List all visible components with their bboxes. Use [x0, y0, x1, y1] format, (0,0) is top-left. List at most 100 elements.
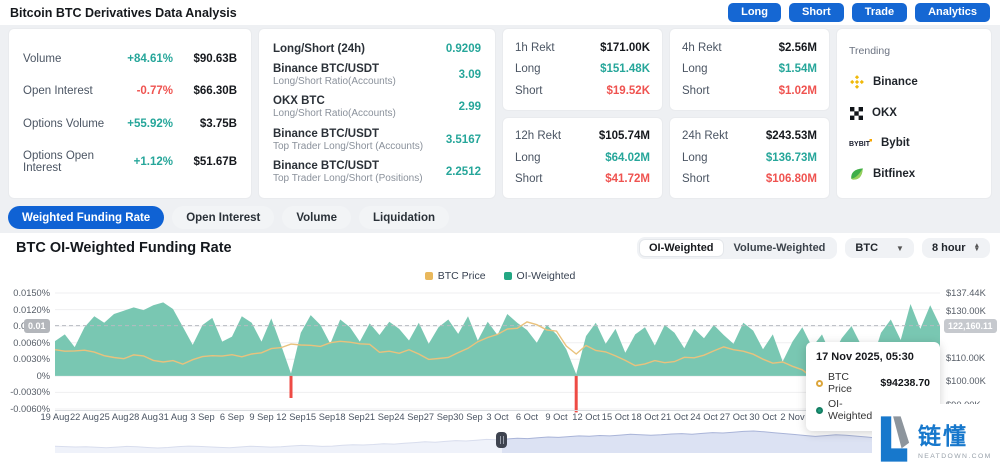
chart-tabs: Weighted Funding Rate Open Interest Volume… [8, 206, 449, 229]
left-axis-tick: 0% [2, 371, 50, 381]
rekt-label: 24h Rekt [682, 130, 766, 142]
ls-label: Binance BTC/USDT [273, 63, 459, 75]
rekt-label: Short [515, 173, 605, 185]
legend-label: BTC Price [438, 270, 486, 282]
rekt-label: Short [515, 85, 607, 97]
tab-volume[interactable]: Volume [282, 206, 351, 229]
rekt-row: Short$1.02M [682, 85, 817, 97]
interval-select[interactable]: 8 hour ▲▼ [922, 238, 990, 258]
long-short-row: Binance BTC/USDTTop Trader Long/Short (P… [273, 160, 481, 184]
ls-sublabel: Long/Short Ratio(Accounts) [273, 108, 459, 119]
ls-value: 3.09 [459, 69, 481, 81]
rekt-label: 4h Rekt [682, 42, 779, 54]
tab-liquidation[interactable]: Liquidation [359, 206, 449, 229]
trending-item-bybit[interactable]: BYBITBybit [849, 137, 979, 149]
ls-value: 2.99 [459, 101, 481, 113]
chart-card: BTC OI-Weighted Funding Rate OI-Weighted… [0, 233, 1000, 473]
bitfinex-icon [849, 166, 865, 182]
tab-weighted-funding-rate[interactable]: Weighted Funding Rate [8, 206, 164, 229]
rekt-row: 24h Rekt$243.53M [682, 130, 817, 142]
long-short-card: Long/Short (24h)0.9209 Binance BTC/USDT Lo… [258, 28, 496, 199]
derivatives-dashboard: Bitcoin BTC Derivatives Data Analysis Lo… [0, 0, 1000, 473]
ls-labels: Long/Short (24h) [273, 43, 446, 55]
rekt-card: 12h Rekt$105.74MLong$64.02MShort$41.72M [502, 117, 663, 200]
rekt-value: $19.52K [607, 85, 650, 97]
toggle-volume-weighted[interactable]: Volume-Weighted [724, 239, 836, 257]
stat-row: Open Interest-0.77%$66.30B [23, 85, 237, 97]
left-axis-tick: 0.0030% [2, 354, 50, 364]
crosshair-left-badge: 0.01 [24, 319, 50, 333]
ls-sublabel: Top Trader Long/Short (Positions) [273, 173, 446, 184]
tab-open-interest[interactable]: Open Interest [172, 206, 274, 229]
stat-change: +84.61% [111, 53, 173, 65]
rekt-value: $2.56M [779, 42, 817, 54]
right-axis-tick: $137.44K [946, 288, 986, 298]
short-button[interactable]: Short [789, 3, 844, 22]
trending-item-label: OKX [872, 107, 897, 119]
chevron-down-icon: ▼ [896, 244, 904, 253]
rekt-value: $151.48K [600, 63, 650, 75]
ls-value: 0.9209 [446, 43, 481, 55]
rekt-card: 24h Rekt$243.53MLong$136.73MShort$106.80… [669, 117, 830, 200]
chart-legend: BTC Price OI-Weighted [0, 270, 1000, 282]
ls-labels: Binance BTC/USDTTop Trader Long/Short (P… [273, 160, 446, 184]
stat-row: Options Open Interest+1.12%$51.67B [23, 150, 237, 174]
trade-button[interactable]: Trade [852, 3, 907, 22]
ls-label: Long/Short (24h) [273, 43, 446, 55]
stat-row: Volume+84.61%$90.63B [23, 53, 237, 65]
rekt-row: Long$64.02M [515, 152, 650, 164]
tooltip-label: BTC Price [828, 371, 875, 395]
watermark-cn-text: 链懂 [918, 417, 992, 451]
long-short-row: OKX BTCLong/Short Ratio(Accounts)2.99 [273, 95, 481, 119]
rekt-value: $41.72M [605, 173, 650, 185]
rekt-label: 1h Rekt [515, 42, 600, 54]
stat-label: Options Open Interest [23, 150, 111, 174]
coin-select-value: BTC [855, 242, 878, 254]
stat-value: $66.30B [173, 85, 237, 97]
tooltip-row: BTC Price $94238.70 [816, 371, 930, 395]
trending-item-bitfinex[interactable]: Bitfinex [849, 166, 979, 182]
rekt-label: Long [515, 63, 600, 75]
stat-value: $90.63B [173, 53, 237, 65]
trending-item-okx[interactable]: OKX [849, 106, 979, 121]
trending-item-binance[interactable]: Binance [849, 74, 979, 90]
navigator-handle-icon[interactable] [496, 432, 507, 448]
chart-title: BTC OI-Weighted Funding Rate [16, 240, 232, 256]
stat-row: Options Volume+55.92%$3.75B [23, 118, 237, 130]
right-axis-tick: $100.00K [946, 376, 986, 386]
header-actions: Long Short Trade Analytics [728, 3, 990, 22]
legend-item-btc-price[interactable]: BTC Price [425, 270, 486, 282]
rekt-value: $136.73M [766, 152, 817, 164]
rekt-label: 12h Rekt [515, 130, 599, 142]
rekt-value: $64.02M [605, 152, 650, 164]
rekt-row: Long$136.73M [682, 152, 817, 164]
left-axis-tick: 0.0150% [2, 288, 50, 298]
rekt-value: $1.54M [779, 63, 817, 75]
market-stats-card: Volume+84.61%$90.63B Open Interest-0.77%$… [8, 28, 252, 199]
ls-label: Binance BTC/USDT [273, 128, 446, 140]
coin-select[interactable]: BTC ▼ [845, 238, 914, 258]
rekt-value: $1.02M [779, 85, 817, 97]
bybit-icon: BYBIT [849, 137, 873, 149]
updown-stepper-icon: ▲▼ [974, 244, 980, 252]
rekt-value: $106.80M [766, 173, 817, 185]
toggle-oi-weighted[interactable]: OI-Weighted [639, 239, 724, 257]
legend-item-oi-weighted[interactable]: OI-Weighted [504, 270, 576, 282]
long-button[interactable]: Long [728, 3, 781, 22]
analytics-button[interactable]: Analytics [915, 3, 990, 22]
stat-change: -0.77% [111, 85, 173, 97]
tooltip-value: $94238.70 [880, 377, 930, 389]
series-dot-icon [816, 380, 823, 387]
top-header: Bitcoin BTC Derivatives Data Analysis Lo… [0, 0, 1000, 25]
ls-value: 3.5167 [446, 134, 481, 146]
tooltip-date: 17 Nov 2025, 05:30 [816, 351, 930, 363]
rekt-value: $171.00K [600, 42, 650, 54]
rekt-row: Long$1.54M [682, 63, 817, 75]
rekt-row: 4h Rekt$2.56M [682, 42, 817, 54]
interval-value: 8 hour [932, 242, 966, 254]
okx-icon [849, 106, 864, 121]
legend-swatch [425, 272, 433, 280]
right-axis-tick: $110.00K [946, 353, 985, 363]
stat-change: +55.92% [111, 118, 173, 130]
legend-label: OI-Weighted [517, 270, 576, 282]
